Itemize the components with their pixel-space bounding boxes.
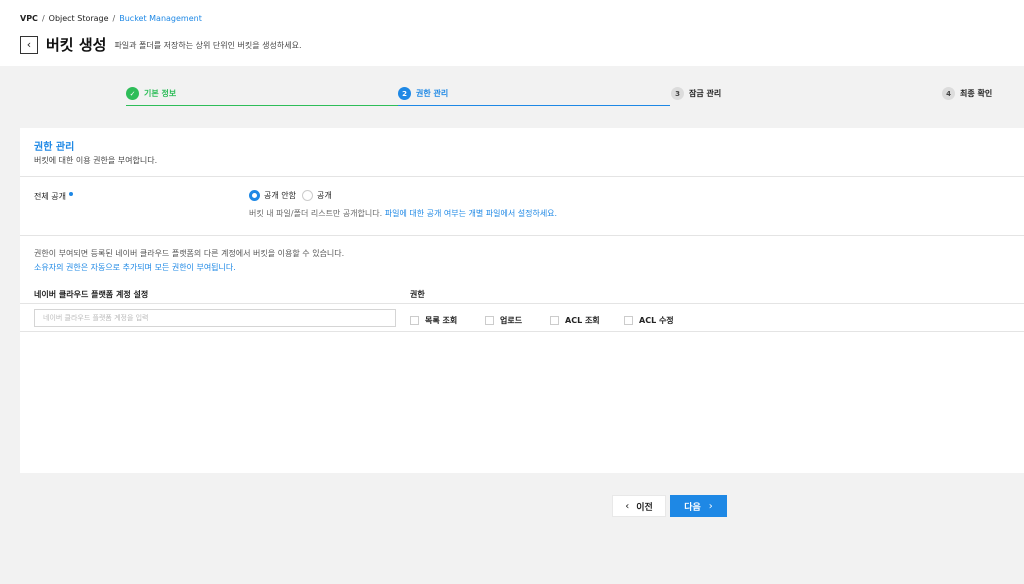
divider (20, 235, 1024, 236)
radio-label: 공개 (316, 191, 332, 200)
page-header: VPC / Object Storage / Bucket Management… (0, 0, 1024, 66)
breadcrumb-vpc[interactable]: VPC (20, 14, 38, 23)
back-button[interactable]: ‹ (20, 35, 38, 54)
breadcrumb-current[interactable]: Bucket Management (119, 14, 202, 23)
checkbox-icon (410, 316, 419, 325)
checkbox-label: 업로드 (500, 316, 523, 325)
account-column-header: 네이버 클라우드 플랫폼 계정 설정 (34, 290, 149, 299)
checkbox-list-view[interactable]: 목록 조회 (410, 315, 457, 326)
prev-button-label: 이전 (636, 502, 653, 513)
step-number: 4 (942, 87, 955, 100)
title-row: ‹ 버킷 생성 파일과 폴더를 저장하는 상위 단위인 버킷을 생성하세요. (20, 34, 302, 55)
stepper: ✓ 기본 정보 2 권한 관리 3 잠금 관리 4 최종 확인 (0, 80, 1024, 108)
help-text: 버킷 내 파일/폴더 리스트만 공개합니다. (249, 209, 383, 218)
next-button[interactable]: 다음 › (670, 495, 727, 517)
chevron-right-icon: › (708, 500, 713, 512)
step-label: 최종 확인 (960, 89, 993, 98)
radio-label: 공개 안함 (264, 191, 296, 200)
radio-checked-icon (249, 190, 260, 201)
breadcrumb-object-storage[interactable]: Object Storage (49, 14, 109, 23)
step-label: 권한 관리 (416, 89, 449, 98)
help-text-highlight: 파일에 대한 공개 여부는 개별 파일에서 설정하세요. (384, 209, 558, 218)
checkbox-icon (624, 316, 633, 325)
step-permission[interactable]: 2 권한 관리 (398, 87, 448, 100)
checkbox-icon (485, 316, 494, 325)
public-access-label-text: 전체 공개 (34, 192, 66, 201)
page-description: 파일과 폴더를 저장하는 상위 단위인 버킷을 생성하세요. (114, 41, 302, 50)
checkbox-acl-edit[interactable]: ACL 수정 (624, 315, 674, 326)
checkbox-label: ACL 조회 (565, 316, 600, 325)
public-access-radio-group: 공개 안함 공개 (249, 190, 332, 201)
check-icon: ✓ (126, 87, 139, 100)
section-description: 버킷에 대한 이용 권한을 부여합니다. (34, 156, 158, 165)
divider (20, 176, 1024, 177)
checkbox-upload[interactable]: 업로드 (485, 315, 522, 326)
chevron-left-icon: ‹ (26, 38, 32, 51)
account-input[interactable] (34, 309, 396, 327)
section-title: 권한 관리 (34, 142, 75, 153)
footer: ‹ 이전 다음 › (0, 495, 1024, 517)
step-lock[interactable]: 3 잠금 관리 (671, 87, 721, 100)
breadcrumb-separator: / (112, 14, 116, 23)
checkbox-acl-view[interactable]: ACL 조회 (550, 315, 600, 326)
permission-card: 권한 관리 버킷에 대한 이용 권한을 부여합니다. 전체 공개 공개 안함 공… (20, 128, 1024, 473)
divider (20, 303, 1024, 304)
checkbox-icon (550, 316, 559, 325)
info-text: 권한이 부여되면 등록된 네이버 클라우드 플랫폼의 다른 계정에서 버킷을 이… (34, 249, 345, 258)
breadcrumb: VPC / Object Storage / Bucket Management (20, 14, 202, 23)
step-basic-info[interactable]: ✓ 기본 정보 (126, 87, 176, 100)
step-number: 3 (671, 87, 684, 100)
required-dot-icon (68, 192, 73, 196)
public-access-label: 전체 공개 (34, 191, 73, 202)
chevron-left-icon: ‹ (625, 500, 630, 512)
step-number: 2 (398, 87, 411, 100)
prev-button[interactable]: ‹ 이전 (612, 495, 666, 517)
next-button-label: 다음 (684, 502, 701, 513)
permission-column-header: 권한 (410, 290, 425, 299)
page-title: 버킷 생성 (46, 36, 107, 54)
breadcrumb-separator: / (41, 14, 45, 23)
step-label: 기본 정보 (144, 89, 177, 98)
public-access-help: 버킷 내 파일/폴더 리스트만 공개합니다. 파일에 대한 공개 여부는 개별 … (249, 208, 557, 219)
divider (20, 331, 1024, 332)
checkbox-label: 목록 조회 (425, 316, 458, 325)
step-progress-line-done (126, 105, 398, 106)
info-text-highlight: 소유자의 권한은 자동으로 추가되며 모든 권한이 부여됩니다. (34, 263, 236, 272)
radio-private[interactable]: 공개 안함 (249, 190, 296, 201)
radio-unchecked-icon (301, 190, 313, 201)
step-final[interactable]: 4 최종 확인 (942, 87, 992, 100)
radio-public[interactable]: 공개 (301, 190, 332, 201)
checkbox-label: ACL 수정 (639, 316, 674, 325)
step-progress-line-active (398, 105, 670, 106)
step-label: 잠금 관리 (689, 89, 722, 98)
